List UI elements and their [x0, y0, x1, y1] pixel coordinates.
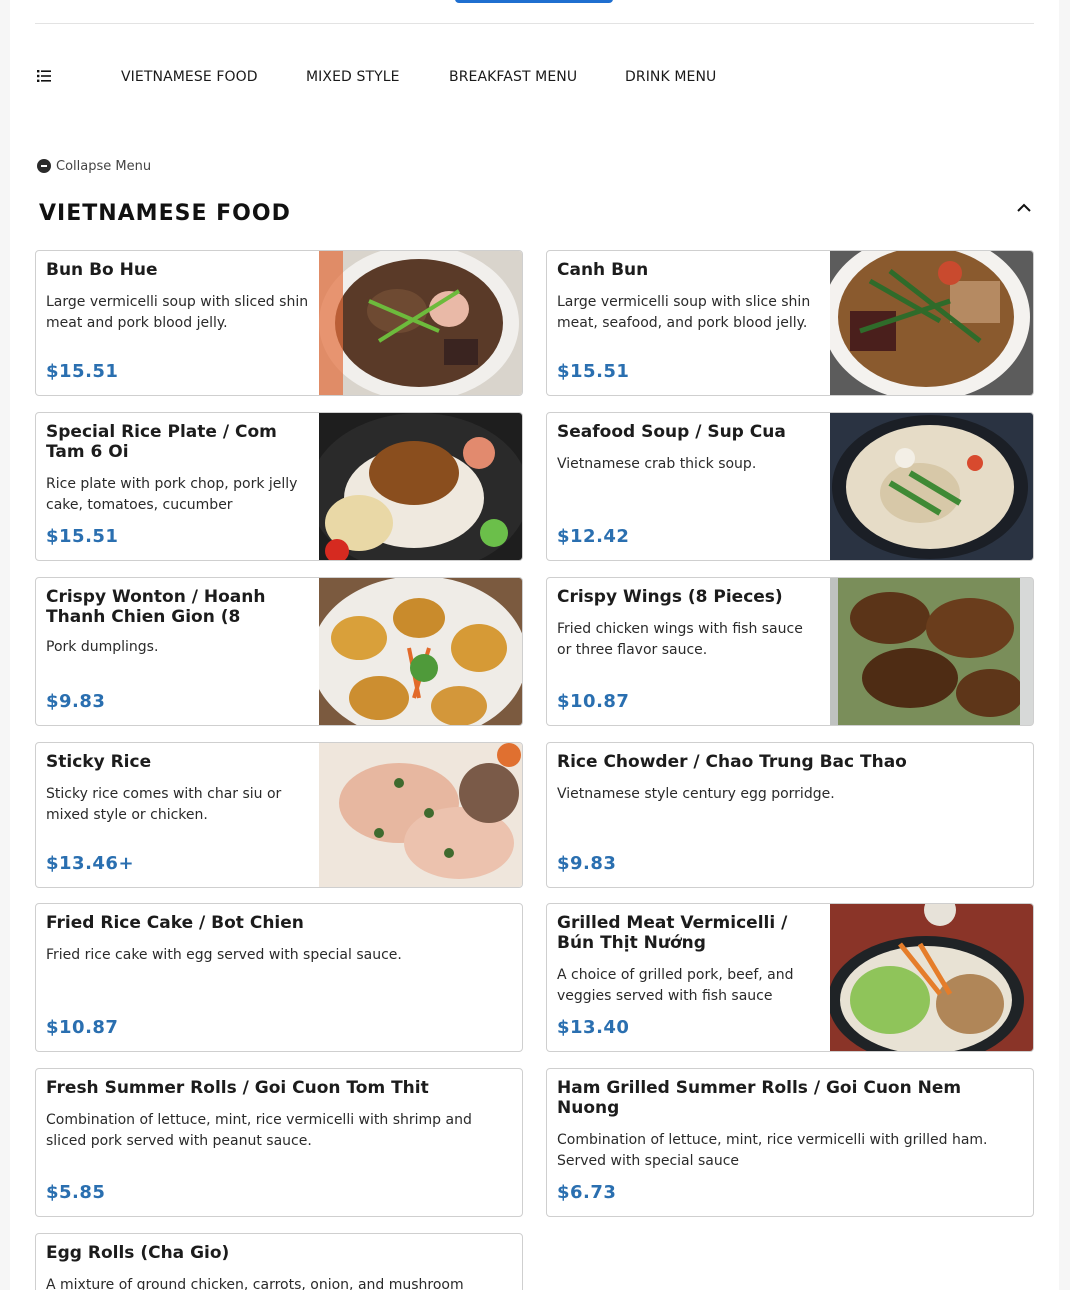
item-description: Combination of lettuce, mint, rice vermi…: [46, 1112, 472, 1149]
menu-item-card[interactable]: Ham Grilled Summer Rolls / Goi Cuon Nem …: [546, 1068, 1034, 1217]
menu-item-card[interactable]: Egg Rolls (Cha Gio) A mixture of ground …: [35, 1233, 523, 1290]
menu-item-card[interactable]: Rice Chowder / Chao Trung Bac Thao Vietn…: [546, 742, 1034, 888]
collapse-menu-label: Collapse Menu: [56, 158, 152, 174]
section-title: VIETNAMESE FOOD: [39, 201, 291, 226]
item-description: Large vermicelli soup with sliced shin m…: [46, 294, 309, 331]
menu-item-card[interactable]: Canh Bun Large vermicelli soup with slic…: [546, 250, 1034, 396]
item-price: $9.83: [557, 853, 617, 874]
item-description: Vietnamese style century egg porridge.: [557, 786, 835, 802]
item-description: Sticky rice comes with char siu or mixed…: [46, 786, 282, 823]
item-description: Large vermicelli soup with slice shin me…: [557, 294, 811, 331]
item-price: $12.42: [557, 526, 630, 547]
item-photo: [830, 413, 1033, 560]
menu-item-card[interactable]: Special Rice Plate / Com Tam 6 Oi Rice p…: [35, 412, 523, 561]
menu-item-card[interactable]: Fresh Summer Rolls / Goi Cuon Tom Thit C…: [35, 1068, 523, 1217]
item-description: Combination of lettuce, mint, rice vermi…: [557, 1132, 988, 1169]
tab-breakfast-menu[interactable]: BREAKFAST MENU: [449, 69, 577, 85]
item-price: $15.51: [46, 361, 119, 382]
item-photo: [319, 578, 522, 725]
menu-item-card[interactable]: Sticky Rice Sticky rice comes with char …: [35, 742, 523, 888]
item-photo: [830, 904, 1033, 1051]
item-name: Fried Rice Cake / Bot Chien: [46, 913, 304, 933]
item-price: $13.46+: [46, 853, 135, 874]
item-description: Fried rice cake with egg served with spe…: [46, 947, 402, 963]
menu-item-card[interactable]: Fried Rice Cake / Bot Chien Fried rice c…: [35, 903, 523, 1052]
item-photo: [319, 251, 522, 395]
item-name: Grilled Meat Vermicelli / Bún Thịt Nướng: [557, 913, 788, 953]
minus-circle-icon: [37, 159, 51, 173]
item-photo: [319, 743, 522, 887]
tab-drink-menu[interactable]: DRINK MENU: [625, 69, 716, 85]
menu-item-card[interactable]: Crispy Wonton / Hoanh Thanh Chien Gion (…: [35, 577, 523, 726]
menu-item-card[interactable]: Seafood Soup / Sup Cua Vietnamese crab t…: [546, 412, 1034, 561]
list-icon[interactable]: [37, 70, 51, 82]
item-price: $5.85: [46, 1182, 106, 1203]
item-description: A choice of grilled pork, beef, and vegg…: [557, 967, 794, 1004]
chevron-up-icon[interactable]: [1016, 202, 1032, 214]
item-name: Ham Grilled Summer Rolls / Goi Cuon Nem …: [557, 1078, 962, 1118]
item-price: $10.87: [46, 1017, 119, 1038]
item-photo: [319, 413, 522, 560]
item-price: $15.51: [557, 361, 630, 382]
tab-vietnamese-food[interactable]: VIETNAMESE FOOD: [121, 69, 258, 85]
item-description: Fried chicken wings with fish sauce or t…: [557, 621, 803, 658]
collapse-menu-button[interactable]: Collapse Menu: [37, 157, 151, 175]
item-description: Pork dumplings.: [46, 639, 159, 655]
item-price: $10.87: [557, 691, 630, 712]
category-nav: VIETNAMESE FOOD MIXED STYLE BREAKFAST ME…: [35, 64, 1034, 92]
item-price: $15.51: [46, 526, 119, 547]
menu-item-card[interactable]: Crispy Wings (8 Pieces) Fried chicken wi…: [546, 577, 1034, 726]
item-name: Fresh Summer Rolls / Goi Cuon Tom Thit: [46, 1078, 429, 1098]
item-photo: [830, 578, 1033, 725]
item-photo: [830, 251, 1033, 395]
item-name: Special Rice Plate / Com Tam 6 Oi: [46, 422, 277, 462]
item-description: Vietnamese crab thick soup.: [557, 456, 757, 472]
menu-item-card[interactable]: Bun Bo Hue Large vermicelli soup with sl…: [35, 250, 523, 396]
item-description: A mixture of ground chicken, carrots, on…: [46, 1277, 464, 1290]
item-name: Crispy Wonton / Hoanh Thanh Chien Gion (…: [46, 587, 266, 627]
item-price: $13.40: [557, 1017, 630, 1038]
divider: [35, 23, 1034, 24]
menu-item-card[interactable]: Grilled Meat Vermicelli / Bún Thịt Nướng…: [546, 903, 1034, 1052]
item-name: Sticky Rice: [46, 752, 152, 772]
item-name: Seafood Soup / Sup Cua: [557, 422, 786, 442]
tab-mixed-style[interactable]: MIXED STYLE: [306, 69, 400, 85]
item-name: Rice Chowder / Chao Trung Bac Thao: [557, 752, 907, 772]
item-description: Rice plate with pork chop, pork jelly ca…: [46, 476, 298, 513]
item-name: Egg Rolls (Cha Gio): [46, 1243, 230, 1263]
top-action-button[interactable]: [455, 0, 613, 3]
item-price: $6.73: [557, 1182, 617, 1203]
menu-page: VIETNAMESE FOOD MIXED STYLE BREAKFAST ME…: [10, 0, 1059, 1290]
item-name: Canh Bun: [557, 260, 649, 280]
item-name: Crispy Wings (8 Pieces): [557, 587, 783, 607]
item-price: $9.83: [46, 691, 106, 712]
item-name: Bun Bo Hue: [46, 260, 158, 280]
